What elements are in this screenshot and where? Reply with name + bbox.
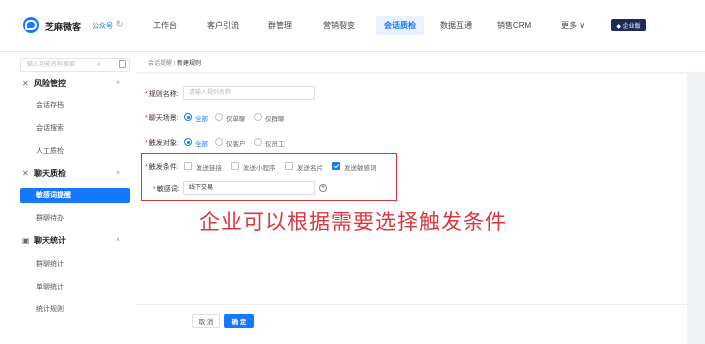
inspect-icon: ✕ bbox=[22, 169, 29, 178]
scene-radio-single[interactable] bbox=[215, 113, 223, 121]
sidebar-group-risk[interactable]: ✕ 风险管控 bbox=[22, 78, 66, 89]
chevron-up-icon[interactable]: ∧ bbox=[116, 169, 120, 176]
sidebar-item-session-archive[interactable]: 会话存档 bbox=[36, 100, 64, 110]
breadcrumb-separator: / bbox=[173, 61, 176, 67]
rule-name-input[interactable]: 请输入规则名称 bbox=[183, 86, 315, 100]
sidebar-item-group-stats[interactable]: 群聊统计 bbox=[36, 259, 64, 269]
chevron-up-icon[interactable]: ∧ bbox=[116, 79, 120, 86]
add-keyword-plus-icon[interactable]: + bbox=[319, 184, 327, 192]
cancel-button[interactable]: 取 消 bbox=[192, 314, 220, 328]
breadcrumb-current: 新建规则 bbox=[177, 61, 202, 67]
target-option-employee[interactable]: 仅员工 bbox=[265, 138, 285, 148]
scene-option-all[interactable]: 全部 bbox=[195, 113, 208, 123]
bookmark-icon[interactable] bbox=[119, 60, 126, 68]
confirm-button[interactable]: 确 定 bbox=[224, 314, 254, 328]
scene-label: *聊天场景: bbox=[145, 115, 179, 122]
breadcrumb-parent[interactable]: 会话提醒 bbox=[148, 61, 172, 67]
target-radio-all[interactable] bbox=[184, 138, 192, 146]
account-switch[interactable]: 公众号 bbox=[92, 21, 113, 31]
target-option-all[interactable]: 全部 bbox=[195, 138, 208, 148]
scene-option-single[interactable]: 仅单聊 bbox=[226, 113, 246, 123]
brand-name: 芝麻微客 bbox=[45, 22, 82, 32]
nav-customer-acquisition[interactable]: 客户引流 bbox=[207, 20, 239, 31]
sidebar-item-group-todo[interactable]: 群聊待办 bbox=[36, 213, 64, 223]
breadcrumb: 会话提醒 / 新建规则 bbox=[136, 52, 705, 72]
sidebar-item-single-stats[interactable]: 单聊统计 bbox=[36, 282, 64, 292]
shield-icon: ✕ bbox=[22, 79, 29, 88]
rule-name-label: *规则名称: bbox=[145, 91, 179, 98]
condition-option-sensitive[interactable]: 发送敏感词 bbox=[344, 162, 377, 172]
sidebar-item-stats-rules[interactable]: 统计规则 bbox=[36, 304, 64, 314]
page: 芝麻微客 公众号 ↻ 工作台 客户引流 群管理 营销裂变 会话质检 数据互通 销… bbox=[0, 0, 705, 344]
target-radio-customer[interactable] bbox=[215, 138, 223, 146]
top-navigation: 芝麻微客 公众号 ↻ 工作台 客户引流 群管理 营销裂变 会话质检 数据互通 销… bbox=[0, 0, 705, 52]
sidebar-item-session-search[interactable]: 会话搜索 bbox=[36, 123, 64, 133]
sidebar-item-manual-inspection[interactable]: 人工质检 bbox=[36, 146, 64, 156]
target-label: *触发对象: bbox=[145, 140, 179, 147]
chevron-up-icon[interactable]: ∧ bbox=[116, 236, 120, 243]
nav-group-management[interactable]: 群管理 bbox=[268, 20, 292, 31]
sidebar-search-input[interactable]: 输入功能名称搜索 bbox=[20, 58, 130, 72]
keyword-label: *敏感词: bbox=[153, 186, 180, 193]
nav-session-inspection[interactable]: 会话质检 bbox=[376, 16, 424, 35]
nav-workbench[interactable]: 工作台 bbox=[153, 20, 177, 31]
sidebar: 输入功能名称搜索 ⌕ ✕ 风险管控 ∧ 会话存档 会话搜索 人工质检 ✕ 聊天质检 … bbox=[16, 52, 136, 344]
enterprise-badge[interactable]: ◆ 企业版 bbox=[611, 19, 646, 31]
nav-data-interop[interactable]: 数据互通 bbox=[440, 20, 472, 31]
sync-icon[interactable]: ↻ bbox=[116, 19, 124, 30]
condition-option-miniprogram[interactable]: 发送小程序 bbox=[243, 162, 276, 172]
condition-option-card[interactable]: 发送名片 bbox=[297, 162, 323, 172]
condition-option-link[interactable]: 发送链接 bbox=[196, 162, 222, 172]
condition-check-card[interactable] bbox=[285, 162, 293, 170]
form-footer: 取 消 确 定 bbox=[136, 304, 687, 344]
sidebar-group-chat-inspection[interactable]: ✕ 聊天质检 bbox=[22, 168, 66, 179]
nav-more[interactable]: 更多 ∨ bbox=[561, 20, 585, 31]
condition-check-sensitive[interactable] bbox=[332, 162, 340, 170]
sidebar-group-chat-stats[interactable]: ▣ 聊天统计 bbox=[22, 235, 66, 246]
target-option-customer[interactable]: 仅客户 bbox=[226, 138, 246, 148]
target-radio-employee[interactable] bbox=[254, 138, 262, 146]
scene-radio-group[interactable] bbox=[254, 113, 262, 121]
nav-marketing-fission[interactable]: 营销裂变 bbox=[323, 20, 355, 31]
brand-logo-icon bbox=[23, 17, 39, 33]
sidebar-item-sensitive-word-alert[interactable]: 敏感词提醒 bbox=[20, 188, 130, 203]
condition-label: *触发条件: bbox=[145, 164, 179, 171]
annotation-text: 企业可以根据需要选择触发条件 bbox=[199, 211, 507, 234]
condition-check-link[interactable] bbox=[184, 162, 192, 170]
scene-option-group[interactable]: 仅群聊 bbox=[265, 113, 285, 123]
keyword-input[interactable]: 线下交易 bbox=[183, 181, 315, 195]
search-icon[interactable]: ⌕ bbox=[97, 61, 101, 69]
scene-radio-all[interactable] bbox=[184, 113, 192, 121]
nav-sales-crm[interactable]: 销售CRM bbox=[497, 20, 531, 31]
condition-check-miniprogram[interactable] bbox=[231, 162, 239, 170]
stats-icon: ▣ bbox=[22, 236, 30, 245]
